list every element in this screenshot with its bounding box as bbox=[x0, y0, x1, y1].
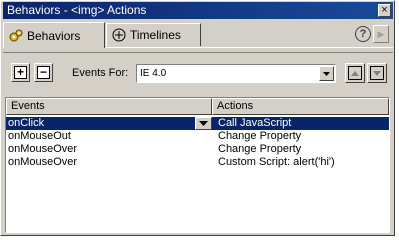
expand-arrow-icon[interactable]: ▶ bbox=[373, 25, 389, 43]
arrow-down-icon bbox=[370, 66, 384, 80]
minus-icon: − bbox=[37, 66, 50, 79]
table-row[interactable]: onMouseOver Change Property bbox=[6, 143, 389, 156]
tab-behaviors[interactable]: Behaviors bbox=[3, 22, 105, 48]
tab-behaviors-label: Behaviors bbox=[27, 28, 81, 43]
events-for-select[interactable]: IE 4.0 bbox=[136, 64, 336, 83]
table-row[interactable]: onClick Call JavaScript bbox=[6, 117, 389, 130]
tab-timelines[interactable]: Timelines bbox=[106, 23, 201, 46]
action-cell: Custom Script: alert('hi') bbox=[218, 156, 335, 168]
events-column-header[interactable]: Events bbox=[6, 98, 212, 115]
event-dropdown-icon[interactable] bbox=[195, 117, 212, 130]
remove-behavior-button[interactable]: − bbox=[34, 63, 53, 82]
event-cell: onMouseOut bbox=[8, 130, 71, 142]
close-icon[interactable]: × bbox=[378, 4, 391, 17]
chevron-down-icon[interactable] bbox=[319, 66, 334, 81]
actions-column-header[interactable]: Actions bbox=[212, 98, 389, 115]
window-title: Behaviors - <img> Actions bbox=[7, 3, 147, 17]
timeline-icon bbox=[112, 28, 126, 42]
events-for-value: IE 4.0 bbox=[140, 68, 167, 79]
help-icon[interactable]: ? bbox=[355, 26, 371, 42]
event-cell: onMouseOver bbox=[8, 156, 78, 168]
gears-icon bbox=[9, 29, 23, 43]
behaviors-table: Events Actions onClick Call JavaScript o… bbox=[5, 97, 390, 233]
event-cell: onClick bbox=[8, 117, 45, 129]
move-up-button[interactable] bbox=[345, 63, 365, 83]
action-cell: Change Property bbox=[218, 130, 302, 142]
events-for-label: Events For: bbox=[72, 67, 129, 79]
table-row[interactable]: onMouseOut Change Property bbox=[6, 130, 389, 143]
arrow-up-icon bbox=[348, 66, 362, 80]
table-header: Events Actions bbox=[6, 98, 389, 115]
tab-timelines-label: Timelines bbox=[130, 28, 181, 42]
add-behavior-button[interactable]: + bbox=[11, 63, 30, 82]
action-cell: Call JavaScript bbox=[218, 117, 292, 129]
tab-strip: Behaviors Timelines ? ▶ bbox=[3, 22, 393, 48]
plus-icon: + bbox=[14, 66, 27, 79]
action-cell: Change Property bbox=[218, 143, 302, 155]
behaviors-panel: Behaviors - <img> Actions × Behaviors Ti… bbox=[0, 0, 395, 236]
event-cell: onMouseOver bbox=[8, 143, 78, 155]
move-down-button[interactable] bbox=[367, 63, 387, 83]
title-bar[interactable]: Behaviors - <img> Actions × bbox=[3, 2, 393, 19]
table-row[interactable]: onMouseOver Custom Script: alert('hi') bbox=[6, 156, 389, 169]
behaviors-toolbar: + − Events For: IE 4.0 bbox=[3, 52, 393, 89]
